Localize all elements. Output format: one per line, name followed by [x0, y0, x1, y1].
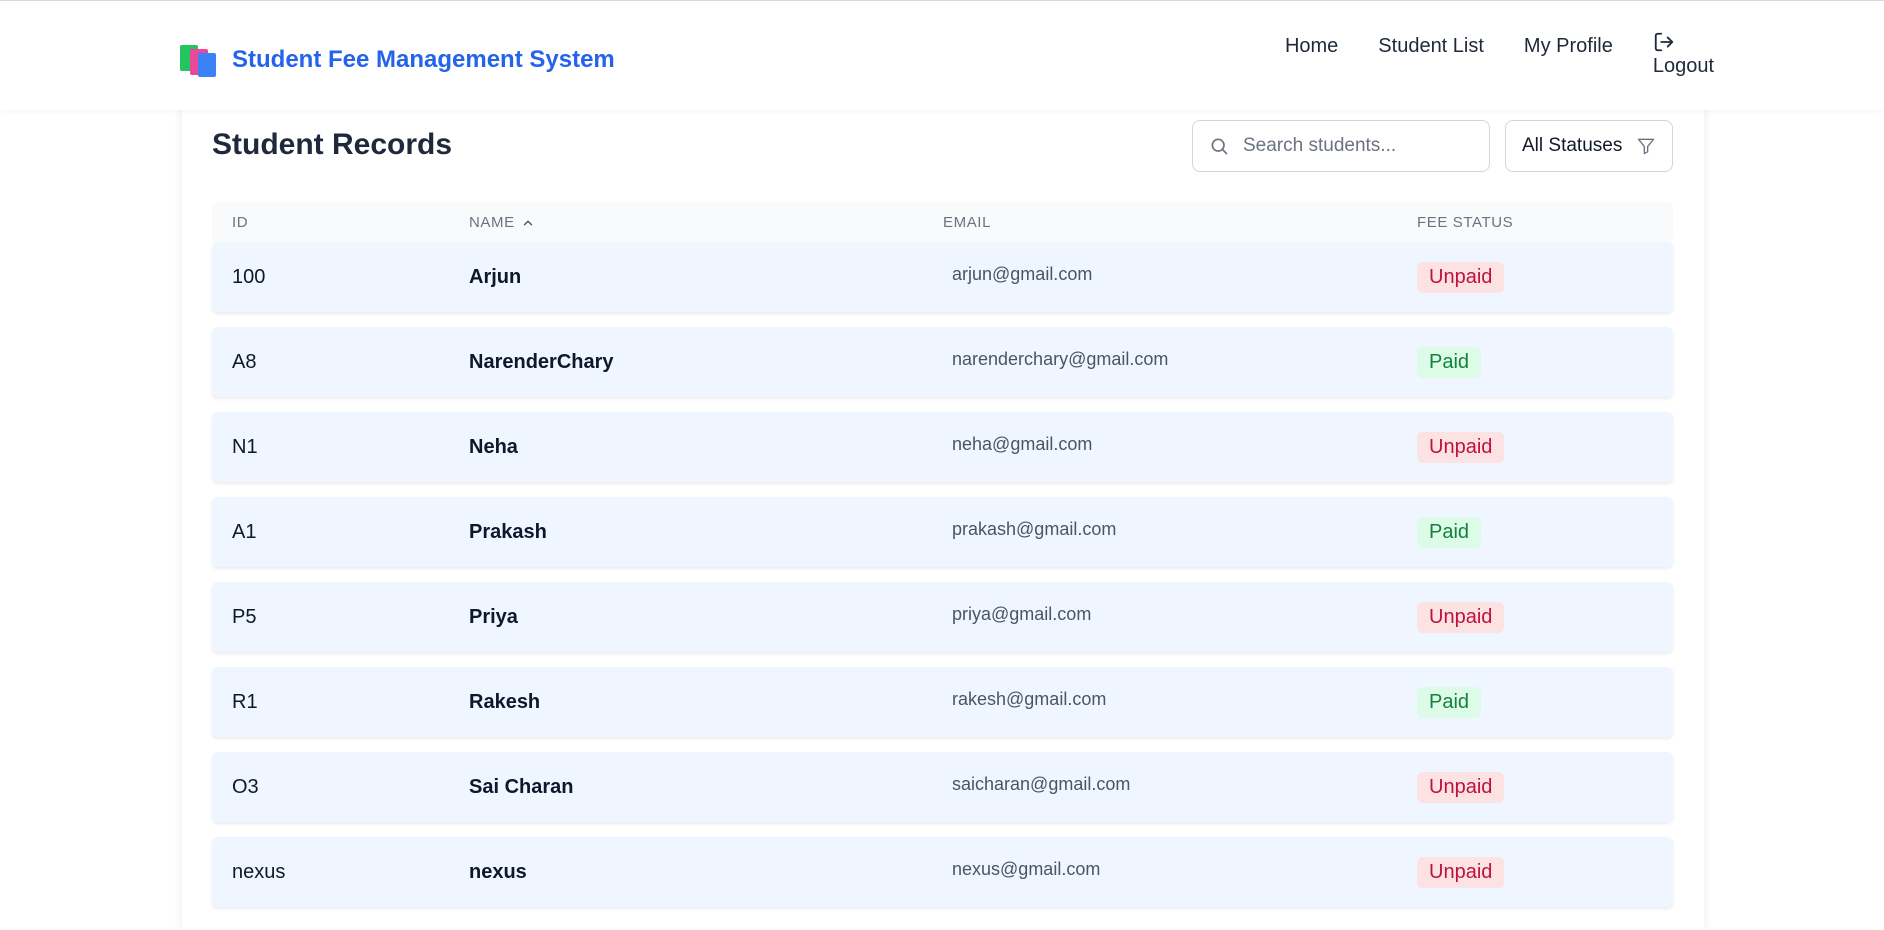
cell-id: P5: [232, 605, 257, 628]
cell-id: A1: [232, 520, 257, 543]
nav-my-profile[interactable]: My Profile: [1524, 33, 1613, 58]
column-header-fee-status[interactable]: FEE STATUS: [1417, 214, 1513, 231]
app-title: Student Fee Management System: [232, 46, 615, 73]
cell-fee-status: Unpaid: [1417, 242, 1505, 312]
status-badge: Unpaid: [1417, 771, 1505, 803]
logout-button[interactable]: Logout: [1653, 31, 1714, 78]
table-row[interactable]: A1 Prakash prakash@gmail.com Paid: [212, 497, 1673, 567]
table-row[interactable]: 100 Arjun arjun@gmail.com Unpaid: [212, 242, 1673, 312]
cell-name: Rakesh: [469, 690, 541, 713]
status-badge: Unpaid: [1417, 856, 1505, 888]
cell-id: 100: [232, 265, 266, 288]
status-badge: Unpaid: [1417, 601, 1505, 633]
column-header-email[interactable]: EMAIL: [943, 214, 991, 231]
search-input[interactable]: [1243, 135, 1473, 157]
cell-email: arjun@gmail.com: [952, 263, 1093, 284]
table-row[interactable]: A8 NarenderChary narenderchary@gmail.com…: [212, 327, 1673, 397]
search-box[interactable]: [1192, 120, 1490, 172]
table-row[interactable]: R1 Rakesh rakesh@gmail.com Paid: [212, 667, 1673, 737]
cell-fee-status: Paid: [1417, 327, 1482, 397]
status-badge: Paid: [1417, 686, 1482, 718]
cell-name: Priya: [469, 605, 518, 628]
filter-icon: [1637, 138, 1655, 155]
cell-email: prakash@gmail.com: [952, 518, 1117, 539]
cell-fee-status: Unpaid: [1417, 752, 1505, 822]
cell-email: narenderchary@gmail.com: [952, 348, 1169, 369]
top-navbar: Student Fee Management System Home Stude…: [0, 0, 1884, 110]
cell-name: Neha: [469, 435, 518, 458]
nav-student-list[interactable]: Student List: [1378, 33, 1484, 58]
status-badge: Unpaid: [1417, 261, 1505, 293]
status-filter-value: All Statuses: [1522, 135, 1623, 156]
logout-icon: [1654, 32, 1673, 52]
table-row[interactable]: nexus nexus nexus@gmail.com Unpaid: [212, 837, 1673, 907]
cell-id: N1: [232, 435, 258, 458]
brand[interactable]: Student Fee Management System: [178, 41, 615, 79]
cell-email: priya@gmail.com: [952, 603, 1092, 624]
cell-fee-status: Unpaid: [1417, 582, 1505, 652]
main-nav: Home Student List My Profile Logout: [1245, 31, 1714, 83]
logout-label: Logout: [1652, 55, 1714, 77]
status-badge: Paid: [1417, 516, 1482, 548]
page-title: Student Records: [212, 128, 453, 161]
cell-fee-status: Paid: [1417, 497, 1482, 567]
cell-name: NarenderChary: [469, 350, 614, 373]
nav-home[interactable]: Home: [1285, 33, 1338, 58]
column-header-name[interactable]: NAME: [469, 214, 535, 231]
cell-email: neha@gmail.com: [952, 433, 1093, 454]
search-icon: [1211, 138, 1228, 155]
cell-name: nexus: [469, 860, 527, 883]
cell-fee-status: Paid: [1417, 667, 1482, 737]
cell-id: R1: [232, 690, 258, 713]
table-header: ID NAME EMAIL FEE STATUS: [212, 202, 1673, 244]
cell-email: saicharan@gmail.com: [952, 773, 1131, 794]
status-filter-select[interactable]: All Statuses: [1505, 120, 1673, 172]
status-badge: Unpaid: [1417, 431, 1505, 463]
cell-fee-status: Unpaid: [1417, 412, 1505, 482]
cell-fee-status: Unpaid: [1417, 837, 1505, 907]
status-badge: Paid: [1417, 346, 1482, 378]
books-icon: [178, 41, 218, 79]
table-row[interactable]: N1 Neha neha@gmail.com Unpaid: [212, 412, 1673, 482]
cell-id: O3: [232, 775, 259, 798]
cell-email: rakesh@gmail.com: [952, 688, 1107, 709]
cell-name: Sai Charan: [469, 775, 574, 798]
cell-id: nexus: [232, 860, 286, 883]
cell-email: nexus@gmail.com: [952, 858, 1101, 879]
column-header-id[interactable]: ID: [232, 214, 248, 231]
cell-name: Prakash: [469, 520, 547, 543]
cell-name: Arjun: [469, 265, 522, 288]
cell-id: A8: [232, 350, 257, 373]
table-row[interactable]: P5 Priya priya@gmail.com Unpaid: [212, 582, 1673, 652]
table-row[interactable]: O3 Sai Charan saicharan@gmail.com Unpaid: [212, 752, 1673, 822]
sort-ascending-icon: [523, 220, 532, 225]
